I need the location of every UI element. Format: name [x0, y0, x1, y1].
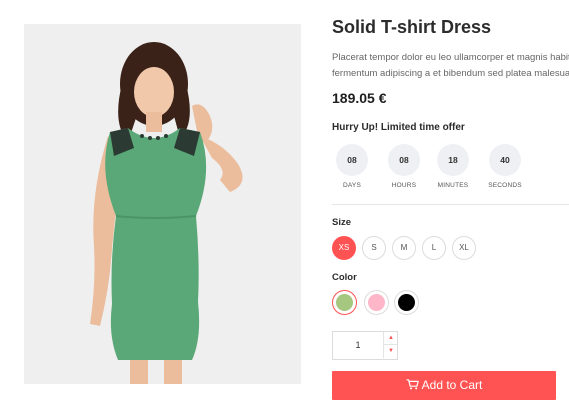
add-to-cart-button[interactable]: Add to Cart: [332, 371, 556, 400]
description-line-2: fermentum adipiscing a et bibendum sed p…: [332, 68, 569, 79]
size-option-xs[interactable]: XS: [332, 236, 356, 260]
description-line-1: Placerat tempor dolor eu leo ullamcorper…: [332, 52, 569, 63]
quantity-input[interactable]: 1: [333, 332, 383, 359]
color-option-green[interactable]: [332, 290, 357, 315]
quantity-stepper: 1 ▲ ▼: [332, 331, 398, 360]
color-label: Color: [332, 272, 357, 283]
size-option-xl[interactable]: XL: [452, 236, 476, 260]
size-option-m[interactable]: M: [392, 236, 416, 260]
countdown-seconds: 40 SECONDS: [485, 144, 525, 189]
size-option-s[interactable]: S: [362, 236, 386, 260]
size-option-l[interactable]: L: [422, 236, 446, 260]
color-swatch-pink: [368, 294, 385, 311]
countdown-minutes-value: 18: [437, 144, 469, 176]
product-title: Solid T-shirt Dress: [332, 17, 492, 37]
countdown-days-value: 08: [336, 144, 368, 176]
product-details: Solid T-shirt Dress Placerat tempor dolo…: [332, 0, 569, 416]
color-option-pink[interactable]: [364, 290, 389, 315]
dress-model-photo: [24, 24, 301, 384]
caret-up-icon[interactable]: ▲: [383, 332, 398, 345]
countdown-timer: 08 DAYS 08 HOURS 18 MINUTES 40 SECONDS: [332, 144, 547, 192]
color-option-black[interactable]: [394, 290, 419, 315]
countdown-hours-label: HOURS: [391, 182, 417, 189]
countdown-minutes: 18 MINUTES: [433, 144, 473, 189]
countdown-minutes-label: MINUTES: [437, 182, 469, 189]
countdown-hours-value: 08: [388, 144, 420, 176]
countdown-days: 08 DAYS: [332, 144, 372, 189]
offer-headline: Hurry Up! Limited time offer: [332, 122, 465, 133]
color-swatch-black: [398, 294, 415, 311]
color-swatch-green: [336, 294, 353, 311]
countdown-days-label: DAYS: [342, 182, 362, 189]
add-to-cart-label: Add to Cart: [421, 378, 483, 392]
countdown-seconds-label: SECONDS: [488, 182, 522, 189]
countdown-hours: 08 HOURS: [384, 144, 424, 189]
product-description: Placerat tempor dolor eu leo ullamcorper…: [332, 50, 569, 82]
product-image[interactable]: [24, 24, 301, 384]
divider: [332, 204, 569, 205]
countdown-seconds-value: 40: [489, 144, 521, 176]
cart-icon: [406, 379, 419, 390]
caret-down-icon[interactable]: ▼: [383, 345, 398, 358]
size-label: Size: [332, 217, 352, 228]
product-price: 189.05 €: [332, 90, 387, 106]
